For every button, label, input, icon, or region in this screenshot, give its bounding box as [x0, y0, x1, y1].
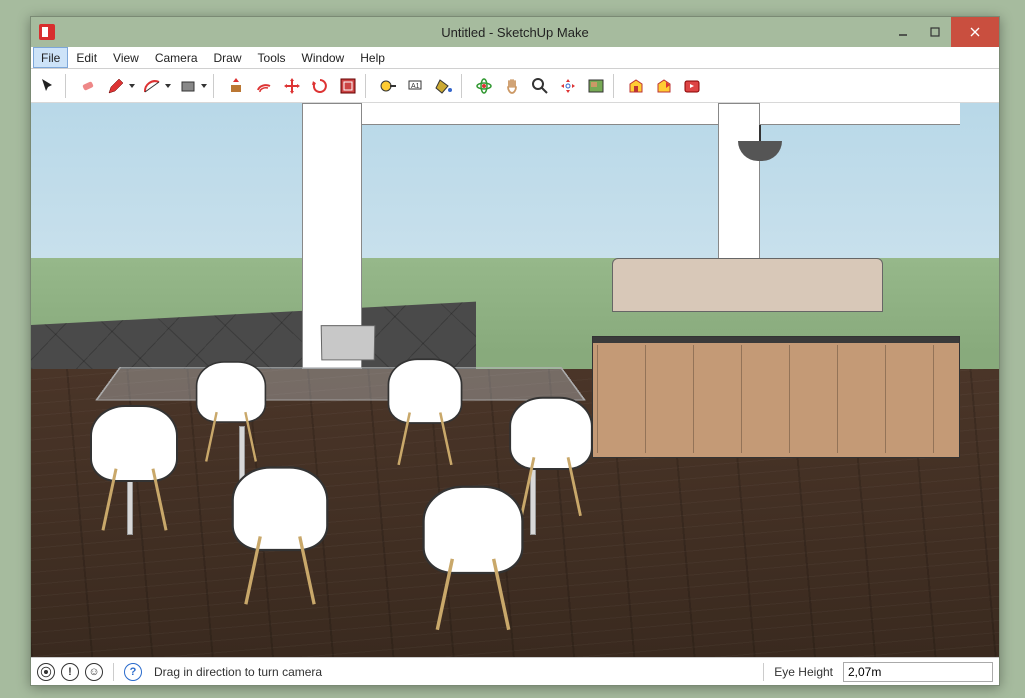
arc-dropdown[interactable] — [163, 73, 173, 99]
status-hint: Drag in direction to turn camera — [154, 665, 322, 679]
menu-camera[interactable]: Camera — [147, 47, 206, 68]
text-tool[interactable]: A1 — [403, 73, 429, 99]
close-button[interactable] — [951, 17, 999, 47]
credits-icon[interactable]: ! — [61, 663, 79, 681]
offset-tool[interactable] — [251, 73, 277, 99]
arc-tool[interactable] — [139, 73, 165, 99]
previous-view-tool[interactable] — [583, 73, 609, 99]
user-icon[interactable]: ☺ — [85, 663, 103, 681]
geo-location-icon[interactable]: ⦿ — [37, 663, 55, 681]
menu-window[interactable]: Window — [294, 47, 353, 68]
share-model-tool[interactable] — [651, 73, 677, 99]
orbit-tool[interactable] — [471, 73, 497, 99]
extension-warehouse-tool[interactable] — [679, 73, 705, 99]
tape-measure-tool[interactable] — [375, 73, 401, 99]
zoom-tool[interactable] — [527, 73, 553, 99]
move-tool[interactable] — [279, 73, 305, 99]
statusbar: ⦿ ! ☺ ? Drag in direction to turn camera… — [31, 657, 999, 685]
pencil-dropdown[interactable] — [127, 73, 137, 99]
window-controls — [887, 17, 999, 47]
zoom-extents-tool[interactable] — [555, 73, 581, 99]
help-icon[interactable]: ? — [124, 663, 142, 681]
rotate-tool[interactable] — [307, 73, 333, 99]
warehouse-tool[interactable] — [623, 73, 649, 99]
menu-file[interactable]: File — [33, 47, 68, 68]
svg-text:A1: A1 — [411, 83, 420, 90]
menu-draw[interactable]: Draw — [206, 47, 250, 68]
window-title: Untitled - SketchUp Make — [31, 25, 999, 40]
toolbar: A1 — [31, 69, 999, 103]
eraser-tool[interactable] — [75, 73, 101, 99]
sketchup-app-icon — [39, 24, 55, 40]
titlebar[interactable]: Untitled - SketchUp Make — [31, 17, 999, 47]
menu-view[interactable]: View — [105, 47, 147, 68]
scene-render — [31, 103, 999, 657]
menu-tools[interactable]: Tools — [250, 47, 294, 68]
pushpull-tool[interactable] — [223, 73, 249, 99]
menubar: File Edit View Camera Draw Tools Window … — [31, 47, 999, 69]
pan-tool[interactable] — [499, 73, 525, 99]
viewport-3d[interactable] — [31, 103, 999, 657]
eye-height-input[interactable] — [843, 662, 993, 682]
shape-dropdown[interactable] — [199, 73, 209, 99]
eye-height-label: Eye Height — [774, 665, 833, 679]
shape-tool[interactable] — [175, 73, 201, 99]
minimize-button[interactable] — [887, 17, 919, 47]
scale-tool[interactable] — [335, 73, 361, 99]
paint-bucket-tool[interactable] — [431, 73, 457, 99]
menu-help[interactable]: Help — [352, 47, 393, 68]
select-tool[interactable] — [35, 73, 61, 99]
app-window: Untitled - SketchUp Make File Edit View … — [30, 16, 1000, 686]
menu-edit[interactable]: Edit — [68, 47, 105, 68]
pencil-tool[interactable] — [103, 73, 129, 99]
maximize-button[interactable] — [919, 17, 951, 47]
